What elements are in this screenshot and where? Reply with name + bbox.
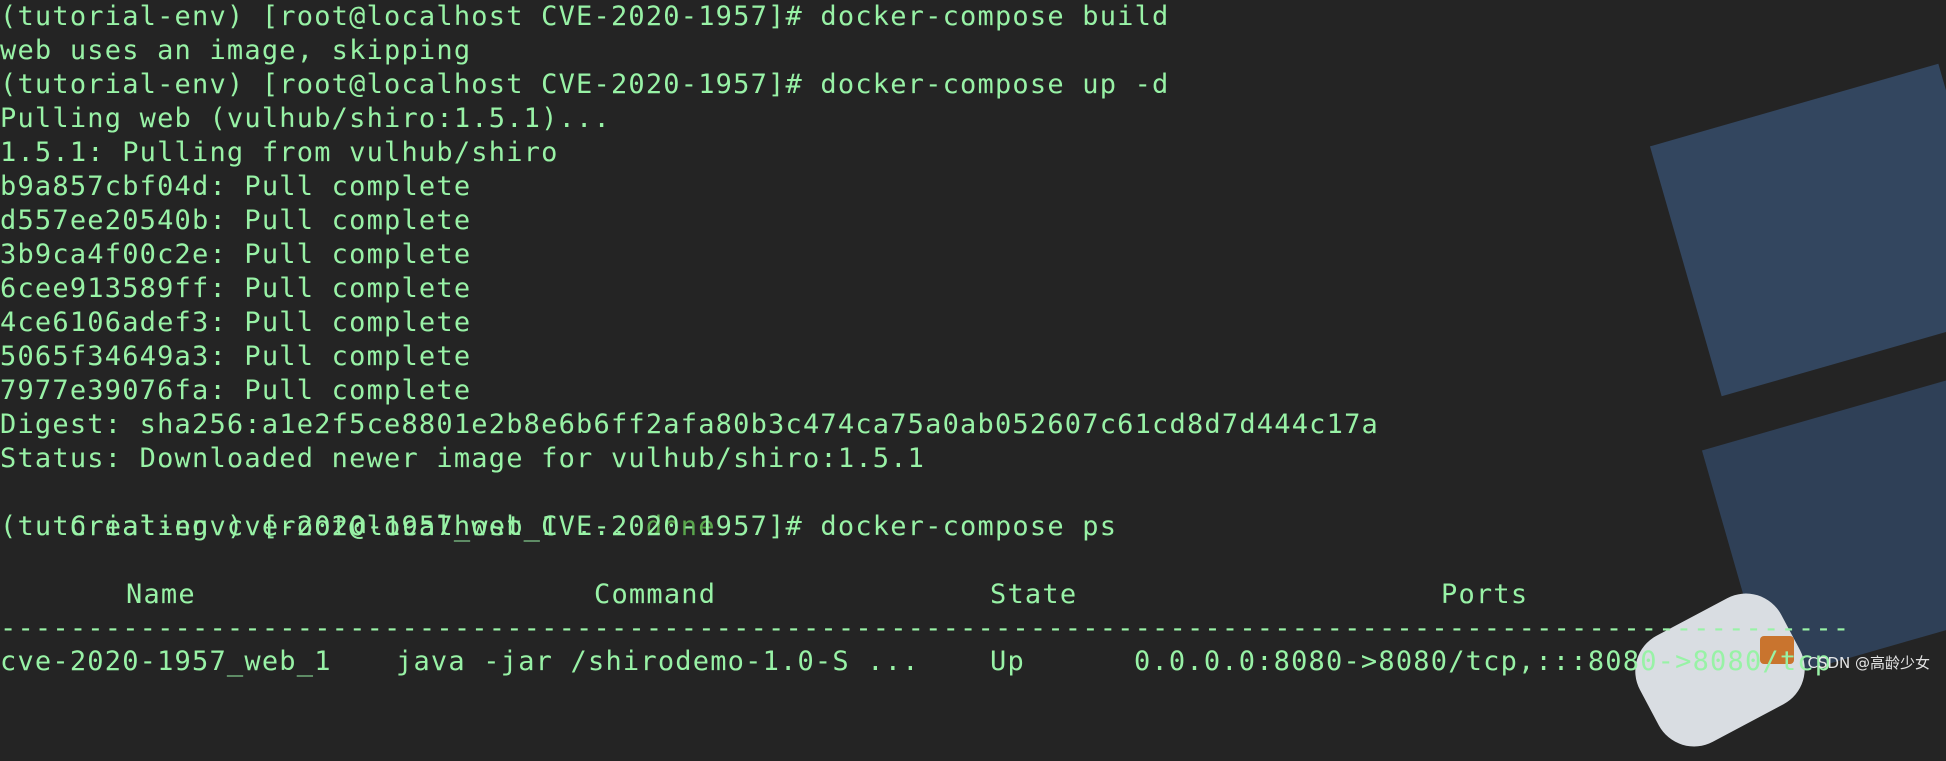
- output-line: 6cee913589ff: Pull complete: [0, 273, 472, 304]
- command-line-up: (tutorial-env) [root@localhost CVE-2020-…: [0, 69, 1170, 100]
- output-line: Pulling web (vulhub/shiro:1.5.1)...: [0, 103, 611, 134]
- header-command: Command: [594, 579, 717, 610]
- watermark-text: CSDN @高龄少女: [1807, 654, 1930, 672]
- output-line: 3b9ca4f00c2e: Pull complete: [0, 239, 472, 270]
- ps-table-divider: ----------------------------------------…: [0, 615, 1846, 643]
- output-line: 4ce6106adef3: Pull complete: [0, 307, 472, 338]
- digest-line: Digest: sha256:a1e2f5ce8801e2b8e6b6ff2af…: [0, 409, 1379, 440]
- header-ports: Ports: [1441, 579, 1529, 610]
- command-line-ps: (tutorial-env) [root@localhost CVE-2020-…: [0, 511, 1118, 542]
- output-line: 7977e39076fa: Pull complete: [0, 375, 472, 406]
- output-line: web uses an image, skipping: [0, 35, 472, 66]
- header-state: State: [990, 579, 1078, 610]
- output-line: b9a857cbf04d: Pull complete: [0, 171, 472, 202]
- container-name: cve-2020-1957_web_1: [0, 646, 332, 677]
- header-name: Name: [126, 579, 196, 610]
- ps-table-header: Name Command State Ports: [0, 578, 1946, 612]
- status-line: Status: Downloaded newer image for vulhu…: [0, 443, 926, 474]
- container-command: java -jar /shirodemo-1.0-S ...: [396, 646, 920, 677]
- table-row: cve-2020-1957_web_1 java -jar /shirodemo…: [0, 645, 1946, 679]
- command-line-build: (tutorial-env) [root@localhost CVE-2020-…: [0, 1, 1170, 32]
- container-state: Up: [990, 646, 1025, 677]
- terminal-window[interactable]: (tutorial-env) [root@localhost CVE-2020-…: [0, 0, 1946, 686]
- output-line: 1.5.1: Pulling from vulhub/shiro: [0, 137, 559, 168]
- container-ports: 0.0.0.0:8080->8080/tcp,:::8080->8080/tcp: [1134, 646, 1833, 677]
- output-line: 5065f34649a3: Pull complete: [0, 341, 472, 372]
- output-line: d557ee20540b: Pull complete: [0, 205, 472, 236]
